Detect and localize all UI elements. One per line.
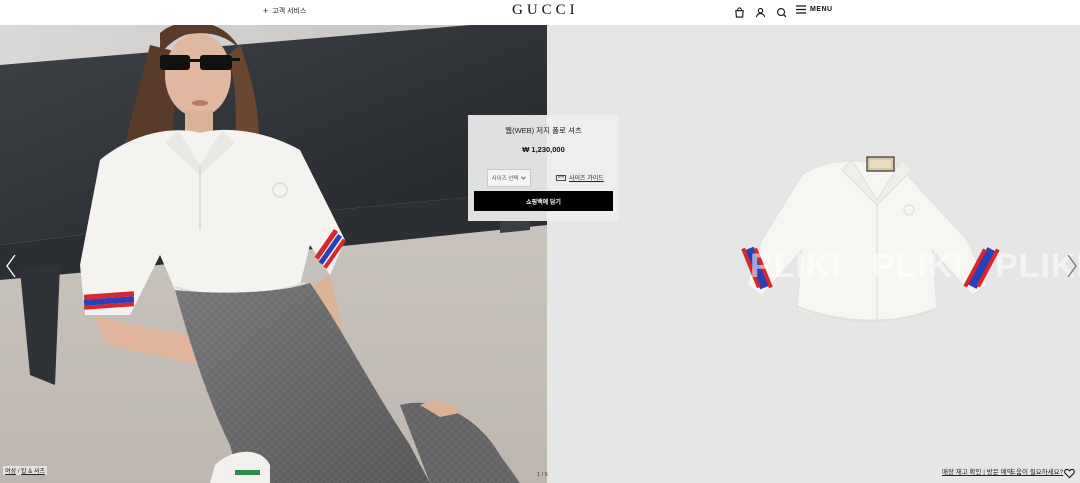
breadcrumb-tops-link[interactable]: 탑 & 셔츠 bbox=[21, 469, 45, 475]
prev-arrow-icon[interactable] bbox=[5, 254, 17, 278]
breadcrumb: 여성 / 탑 & 셔츠 bbox=[3, 466, 47, 475]
user-icon[interactable] bbox=[752, 4, 768, 20]
search-icon[interactable] bbox=[773, 4, 789, 20]
size-guide-label: 사이즈 가이드 bbox=[569, 176, 604, 182]
menu-label: MENU bbox=[810, 6, 833, 13]
product-info-card: 웹(WEB) 저지 폴로 셔츠 ₩ 1,230,000 사이즈 선택 사이즈 가… bbox=[468, 115, 619, 221]
hamburger-icon bbox=[796, 5, 806, 14]
site-header: + 고객 서비스 GUCCI MENU bbox=[0, 0, 1080, 25]
model-photo-illustration bbox=[0, 25, 547, 483]
breadcrumb-women-link[interactable]: 여성 bbox=[5, 469, 16, 475]
store-stock-link[interactable]: 매장 재고 확인 | 방문 예약 bbox=[942, 466, 1013, 476]
brand-logo[interactable]: GUCCI bbox=[512, 2, 579, 19]
product-price: ₩ 1,230,000 bbox=[522, 145, 565, 154]
customer-service-link[interactable]: + 고객 서비스 bbox=[263, 6, 306, 16]
breadcrumb-separator: / bbox=[17, 469, 20, 475]
size-guide-link[interactable]: 사이즈 가이드 bbox=[556, 173, 604, 182]
customer-service-label: 고객 서비스 bbox=[272, 8, 307, 15]
plus-icon: + bbox=[263, 6, 269, 16]
size-select-dropdown[interactable]: 사이즈 선택 bbox=[487, 169, 531, 187]
next-arrow-icon[interactable] bbox=[1066, 254, 1078, 278]
ruler-icon bbox=[556, 174, 566, 181]
heart-icon[interactable] bbox=[1064, 466, 1075, 479]
size-select-label: 사이즈 선택 bbox=[491, 176, 519, 182]
model-photo bbox=[0, 25, 547, 483]
watermark-text: PLIKI bbox=[750, 247, 842, 285]
chevron-down-icon bbox=[521, 176, 527, 180]
help-link[interactable]: 도움이 필요하세요? bbox=[1010, 466, 1063, 476]
product-photo: PLIKI PLIKI PLIKI bbox=[547, 25, 1080, 483]
image-counter: 1 / 5 bbox=[537, 472, 548, 478]
menu-button[interactable]: MENU bbox=[796, 5, 833, 14]
shopping-bag-icon[interactable] bbox=[731, 4, 747, 20]
product-name: 웹(WEB) 저지 폴로 셔츠 bbox=[505, 126, 582, 135]
watermark-text: PLIKI bbox=[872, 247, 964, 285]
add-to-bag-button[interactable]: 쇼핑백에 담기 bbox=[474, 191, 613, 211]
